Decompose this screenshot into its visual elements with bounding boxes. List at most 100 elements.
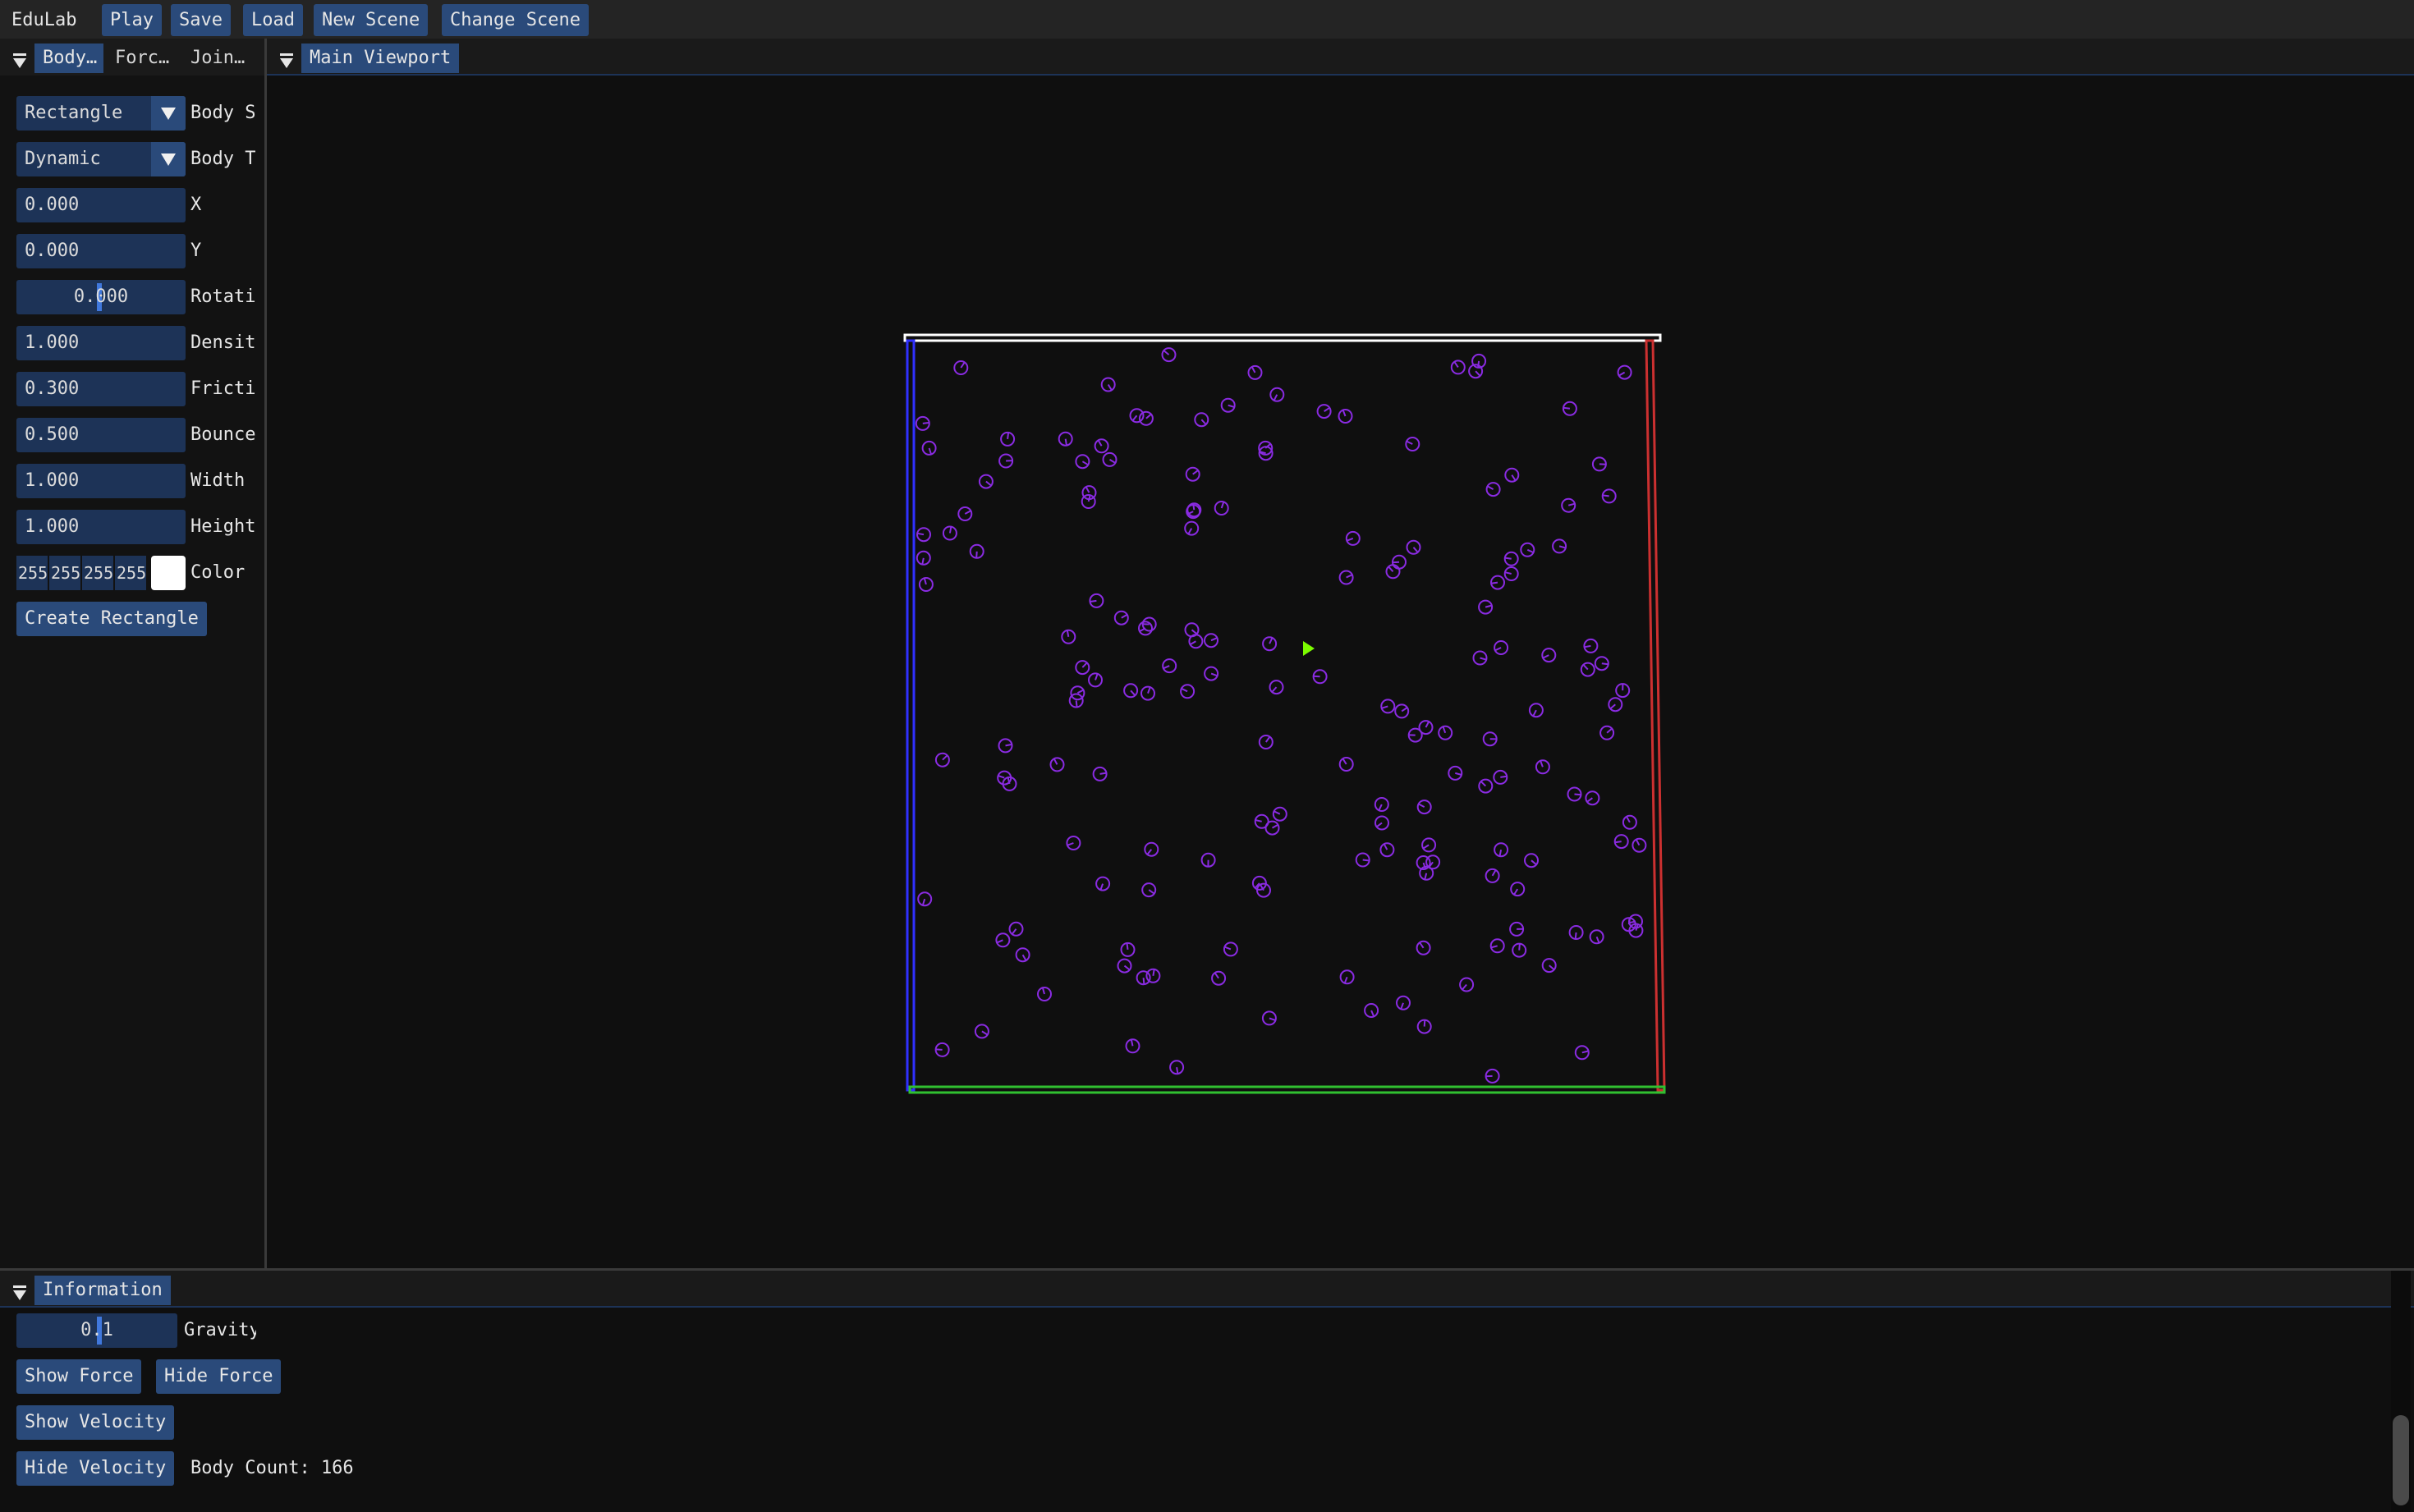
body-orientation-line — [1401, 707, 1408, 712]
body-orientation-line — [1273, 394, 1278, 401]
height-label: Height — [190, 516, 256, 537]
friction-input[interactable]: 0.300 — [16, 372, 186, 406]
show-force-button[interactable]: Show Force — [16, 1359, 142, 1394]
scrollbar-thumb[interactable] — [2393, 1415, 2409, 1505]
left-panel: Body… Forc… Join… Rectangle Body S Dynam… — [0, 39, 264, 1268]
body-type-combo[interactable]: Dynamic — [16, 142, 186, 176]
tab-joint[interactable]: Join… — [182, 44, 256, 73]
body-orientation-line — [923, 578, 927, 585]
body-orientation-line — [1163, 350, 1170, 355]
body-orientation-line — [1494, 647, 1502, 652]
dropdown-button[interactable] — [151, 96, 186, 131]
hide-force-button[interactable]: Hide Force — [156, 1359, 282, 1394]
color-b-input[interactable]: 255 — [82, 556, 113, 590]
tab-force[interactable]: Forc… — [107, 44, 179, 73]
body-orientation-line — [1485, 604, 1493, 608]
body-shape-value: Rectangle — [25, 103, 123, 123]
body-orientation-line — [1346, 574, 1353, 579]
body-orientation-line — [1526, 548, 1535, 554]
width-input[interactable]: 1.000 — [16, 464, 186, 498]
tab-main-viewport[interactable]: Main Viewport — [301, 44, 460, 73]
body-circle[interactable] — [1061, 629, 1076, 644]
body-shape-combo[interactable]: Rectangle — [16, 96, 186, 131]
body-orientation-line — [1081, 460, 1089, 466]
body-orientation-line — [1313, 675, 1320, 678]
body-orientation-line — [1342, 410, 1347, 417]
main-viewport-window: Main Viewport — [267, 39, 2414, 1268]
collapse-arrow-icon[interactable] — [280, 53, 293, 68]
dropdown-button[interactable] — [151, 142, 186, 176]
body-circle[interactable] — [916, 550, 931, 566]
tab-body[interactable]: Body… — [34, 44, 103, 73]
collapse-arrow-icon[interactable] — [13, 1285, 26, 1300]
x-label: X — [190, 195, 202, 215]
density-input[interactable]: 1.000 — [16, 326, 186, 360]
height-input[interactable]: 1.000 — [16, 510, 186, 544]
body-orientation-line — [1121, 613, 1128, 619]
body-orientation-line — [1375, 822, 1383, 828]
tab-information[interactable]: Information — [34, 1276, 171, 1305]
save-button[interactable]: Save — [171, 4, 231, 36]
body-orientation-line — [1214, 972, 1219, 979]
friction-label: Fricti — [190, 378, 256, 399]
hide-velocity-button[interactable]: Hide Velocity — [16, 1451, 175, 1486]
body-orientation-line — [1131, 415, 1138, 422]
body-orientation-line — [1007, 432, 1010, 440]
body-orientation-line — [1181, 687, 1188, 693]
body-orientation-line — [1146, 849, 1153, 855]
body-orientation-line — [1148, 889, 1155, 895]
rotation-slider[interactable]: 0.000 — [16, 280, 186, 314]
color-a-input[interactable]: 255 — [115, 556, 146, 590]
body-orientation-line — [921, 898, 926, 906]
body-orientation-line — [1145, 413, 1152, 419]
y-input[interactable]: 0.000 — [16, 234, 186, 268]
body-orientation-line — [1021, 954, 1027, 961]
body-orientation-line — [1053, 758, 1058, 765]
body-circle[interactable] — [1494, 842, 1509, 858]
bounce-input[interactable]: 0.500 — [16, 418, 186, 452]
body-orientation-line — [964, 510, 971, 515]
body-orientation-line — [1609, 703, 1616, 710]
left-wall — [906, 339, 916, 1092]
body-orientation-line — [1542, 654, 1549, 659]
body-orientation-line — [1064, 438, 1067, 446]
simulation-canvas[interactable] — [267, 78, 2414, 1268]
body-orientation-line — [1099, 772, 1107, 775]
body-circle[interactable] — [917, 891, 933, 907]
scrollbar-track[interactable] — [2391, 1271, 2411, 1512]
x-input[interactable]: 0.000 — [16, 188, 186, 222]
collapse-arrow-icon[interactable] — [13, 53, 26, 68]
body-orientation-line — [1200, 419, 1207, 425]
right-wall — [1645, 339, 1666, 1092]
play-button[interactable]: Play — [102, 4, 162, 36]
information-panel: Information 0.1 Gravity Show Force Hide … — [0, 1271, 2414, 1512]
load-button[interactable]: Load — [243, 4, 303, 36]
body-orientation-line — [1126, 942, 1129, 951]
body-orientation-line — [1513, 888, 1519, 896]
body-orientation-line — [1123, 964, 1131, 971]
color-swatch[interactable] — [151, 556, 186, 590]
body-orientation-line — [998, 775, 1005, 779]
chevron-down-icon — [161, 108, 176, 120]
body-orientation-line — [1532, 709, 1537, 717]
gravity-slider[interactable]: 0.1 — [16, 1313, 177, 1348]
gravity-value: 0.1 — [80, 1320, 113, 1340]
rotation-label: Rotati — [190, 286, 256, 307]
color-g-input[interactable]: 255 — [49, 556, 80, 590]
body-orientation-line — [975, 551, 978, 558]
body-orientation-line — [1085, 486, 1090, 493]
mouse-cursor-icon — [1303, 641, 1315, 656]
body-orientation-line — [1066, 630, 1070, 637]
create-rectangle-button[interactable]: Create Rectangle — [16, 602, 207, 636]
chevron-down-icon — [161, 153, 176, 166]
body-orientation-line — [1419, 942, 1425, 949]
body-orientation-line — [1581, 1050, 1589, 1054]
show-velocity-button[interactable]: Show Velocity — [16, 1405, 175, 1440]
change-scene-button[interactable]: Change Scene — [442, 4, 589, 36]
new-scene-button[interactable]: New Scene — [314, 4, 429, 36]
body-type-value: Dynamic — [25, 149, 101, 169]
color-r-input[interactable]: 255 — [16, 556, 48, 590]
body-orientation-line — [1011, 928, 1017, 935]
body-orientation-line — [1602, 494, 1609, 497]
body-orientation-line — [1224, 946, 1232, 951]
